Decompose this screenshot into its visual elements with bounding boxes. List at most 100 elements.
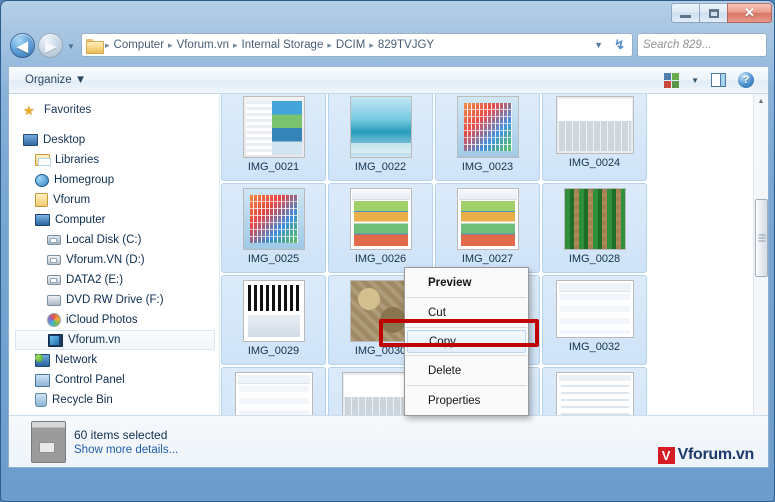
breadcrumb-item-829tvjgy[interactable]: 829TVJGY — [375, 37, 437, 53]
star-icon: ★ — [23, 102, 35, 118]
sidebar-item-control-panel[interactable]: Control Panel — [9, 370, 219, 390]
sidebar-item-libraries[interactable]: Libraries — [9, 150, 219, 170]
file-tile[interactable]: IMG_0021 — [221, 94, 326, 181]
navigation-pane[interactable]: ★ Favorites Desktop Libraries Homegroup Vforu… — [9, 94, 220, 442]
libraries-icon — [35, 154, 51, 166]
file-name-label: IMG_0023 — [461, 161, 514, 173]
sidebar-item-network[interactable]: Network — [9, 350, 219, 370]
control-panel-icon — [35, 373, 50, 387]
maximize-button[interactable] — [699, 3, 728, 23]
context-menu-item-preview[interactable]: Preview — [405, 270, 528, 295]
explorer-window: ✕ ◀ ▶ ▼ ▸ Computer ▸ Vforum.vn ▸ Interna… — [0, 0, 775, 502]
breadcrumb-item-internal-storage[interactable]: Internal Storage — [239, 37, 327, 53]
file-thumbnail — [242, 280, 305, 342]
sidebar-item-data2-e[interactable]: DATA2 (E:) — [9, 270, 219, 290]
recycle-bin-icon — [35, 393, 47, 407]
sidebar-item-label: Vforum — [53, 194, 91, 206]
minimize-button[interactable] — [671, 3, 700, 23]
sidebar-item-computer[interactable]: Computer — [9, 210, 219, 230]
file-thumbnail — [349, 188, 412, 250]
organize-label: Organize — [25, 74, 72, 86]
change-view-dropdown[interactable]: ▼ — [686, 74, 704, 87]
close-icon: ✕ — [744, 5, 755, 20]
sidebar-item-label: iCloud Photos — [66, 314, 138, 326]
file-tile[interactable]: IMG_0028 — [542, 183, 647, 273]
help-icon: ? — [738, 72, 754, 88]
vforum-watermark: V Vforum.vn — [657, 446, 755, 464]
sidebar-item-label: DVD RW Drive (F:) — [66, 294, 164, 306]
breadcrumb-item-vforum-vn[interactable]: Vforum.vn — [174, 37, 232, 53]
file-tile[interactable]: IMG_0025 — [221, 183, 326, 273]
search-input[interactable] — [643, 39, 775, 51]
thumbnail-image — [556, 97, 633, 153]
thumbnail-image — [564, 189, 625, 249]
file-list-scrollbar[interactable]: ▲ ▼ — [753, 94, 768, 442]
window-controls: ✕ — [671, 3, 772, 23]
homegroup-icon — [35, 173, 49, 187]
sidebar-item-desktop[interactable]: Desktop — [9, 130, 219, 150]
sidebar-item-homegroup[interactable]: Homegroup — [9, 170, 219, 190]
scroll-up-icon[interactable]: ▲ — [754, 94, 768, 109]
sidebar-item-local-disk-c[interactable]: Local Disk (C:) — [9, 230, 219, 250]
organize-button[interactable]: Organize ▼ — [18, 71, 93, 89]
file-tile[interactable]: IMG_0022 — [328, 94, 433, 181]
breadcrumb-dropdown-icon[interactable]: ▼ — [588, 40, 609, 50]
chevron-down-icon: ▼ — [74, 74, 87, 86]
maximize-icon — [708, 8, 719, 18]
file-thumbnail — [242, 188, 305, 250]
sidebar-item-vforum-vn[interactable]: Vforum.vn — [15, 330, 215, 350]
sidebar-item-vforum[interactable]: Vforum — [9, 190, 219, 210]
file-name-label: IMG_0024 — [568, 157, 621, 169]
sidebar-item-recycle-bin[interactable]: Recycle Bin — [9, 390, 219, 410]
thumbnail-image — [457, 189, 518, 249]
vforum-watermark-text: Vforum.vn — [677, 446, 755, 463]
sidebar-item-dvd-rw-drive-f[interactable]: DVD RW Drive (F:) — [9, 290, 219, 310]
context-menu-item-delete[interactable]: Delete — [405, 358, 528, 383]
file-tile[interactable]: IMG_0024 — [542, 94, 647, 181]
file-tile[interactable]: IMG_0026 — [328, 183, 433, 273]
recent-locations-button[interactable]: ▼ — [67, 42, 77, 51]
back-button[interactable]: ◀ — [10, 33, 35, 58]
file-thumbnail — [349, 96, 412, 158]
sidebar-item-favorites[interactable]: ★ Favorites — [9, 100, 219, 120]
view-mode-icon — [664, 72, 680, 88]
sidebar-item-label: Control Panel — [55, 374, 125, 386]
breadcrumb-item-dcim[interactable]: DCIM — [333, 37, 368, 53]
preview-pane-button[interactable] — [706, 71, 731, 89]
breadcrumb[interactable]: ▸ Computer ▸ Vforum.vn ▸ Internal Storag… — [81, 33, 633, 57]
file-thumbnail — [242, 96, 305, 158]
file-scroll-thumb[interactable] — [755, 199, 768, 277]
close-button[interactable]: ✕ — [727, 3, 772, 23]
change-view-button[interactable] — [659, 71, 684, 90]
file-tile[interactable]: IMG_0027 — [435, 183, 540, 273]
thumbnail-image — [243, 281, 304, 341]
preview-pane-icon — [711, 73, 726, 87]
forward-button[interactable]: ▶ — [38, 33, 63, 58]
show-more-details-link[interactable]: Show more details... — [74, 444, 178, 456]
vforum-logo-letter: V — [661, 447, 671, 463]
address-bar-row: ◀ ▶ ▼ ▸ Computer ▸ Vforum.vn ▸ Internal … — [1, 29, 775, 63]
file-tile[interactable]: IMG_0023 — [435, 94, 540, 181]
sidebar-item-icloud-photos[interactable]: iCloud Photos — [9, 310, 219, 330]
thumbnail-image — [243, 189, 304, 249]
sidebar-item-label: Vforum.VN (D:) — [66, 254, 145, 266]
help-button[interactable]: ? — [733, 70, 759, 90]
file-thumbnail — [555, 280, 634, 338]
refresh-icon[interactable]: ↯ — [609, 37, 630, 53]
selection-count: 60 items selected — [74, 427, 168, 442]
file-thumbnail — [555, 96, 634, 154]
breadcrumb-item-computer[interactable]: Computer — [111, 37, 168, 53]
file-name-label: IMG_0027 — [461, 253, 514, 265]
thumbnail-image — [350, 97, 411, 157]
file-tile[interactable]: IMG_0029 — [221, 275, 326, 365]
context-menu-item-properties[interactable]: Properties — [405, 388, 528, 413]
file-name-label: IMG_0021 — [247, 161, 300, 173]
file-name-label: IMG_0025 — [247, 253, 300, 265]
context-menu-item-label: Cut — [428, 306, 446, 319]
sidebar-item-vforum-vn-d[interactable]: Vforum.VN (D:) — [9, 250, 219, 270]
details-text: 60 items selected Show more details... — [74, 428, 178, 456]
file-tile[interactable]: IMG_0032 — [542, 275, 647, 365]
menu-separator — [406, 297, 527, 298]
search-box[interactable]: 🔍 — [637, 33, 775, 57]
thumbnail-image — [350, 189, 411, 249]
